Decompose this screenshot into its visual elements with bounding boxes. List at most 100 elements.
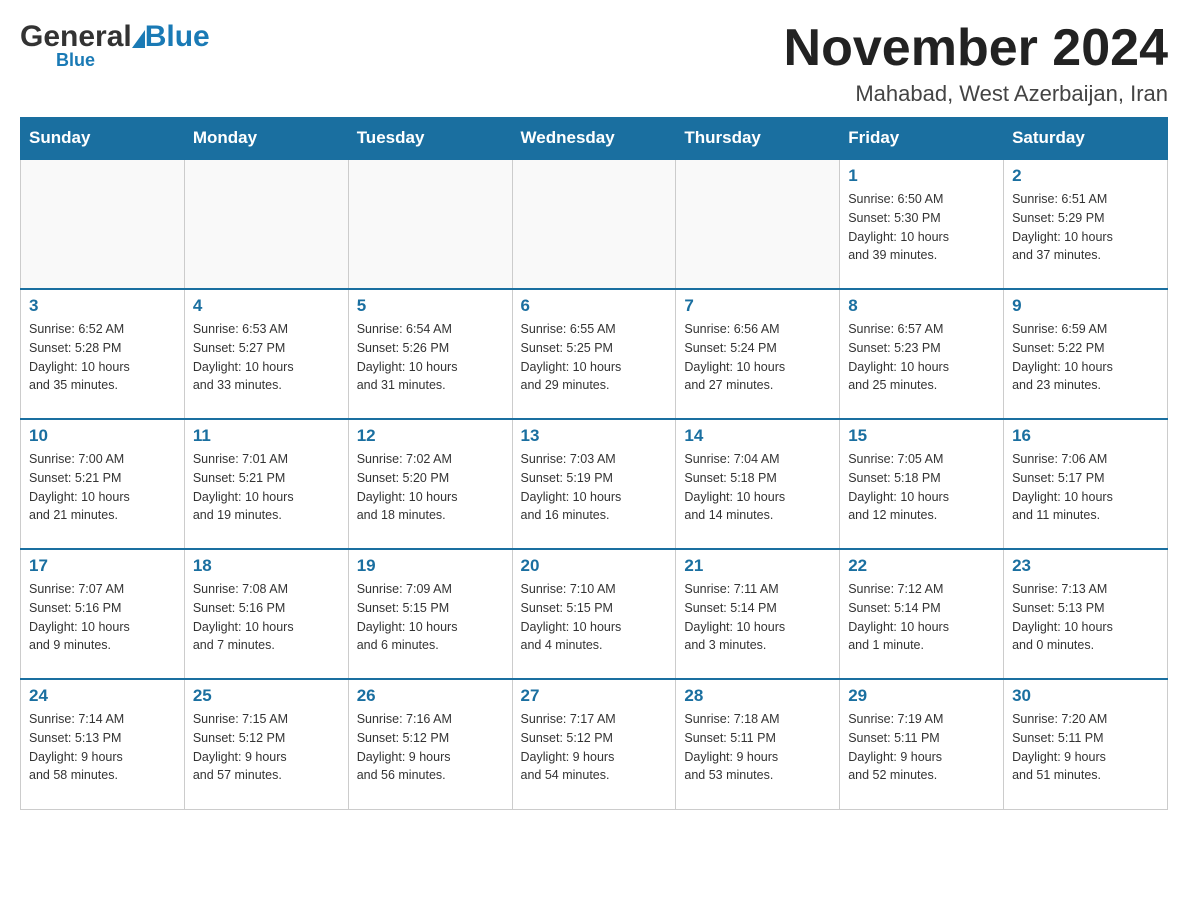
page-header: General Blue Blue November 2024 Mahabad,… bbox=[20, 20, 1168, 107]
day-number-29: 29 bbox=[848, 686, 995, 706]
day-number-23: 23 bbox=[1012, 556, 1159, 576]
calendar-cell-w5-d3: 26 Sunrise: 7:16 AMSunset: 5:12 PMDayligh… bbox=[348, 679, 512, 809]
calendar-cell-w5-d2: 25 Sunrise: 7:15 AMSunset: 5:12 PMDayligh… bbox=[184, 679, 348, 809]
calendar-cell-w4-d4: 20Sunrise: 7:10 AMSunset: 5:15 PMDayligh… bbox=[512, 549, 676, 679]
day-number-14: 14 bbox=[684, 426, 831, 446]
day-info-22: Sunrise: 7:12 AMSunset: 5:14 PMDaylight:… bbox=[848, 580, 995, 655]
day-number-27: 27 bbox=[521, 686, 668, 706]
day-info-5: Sunrise: 6:54 AMSunset: 5:26 PMDaylight:… bbox=[357, 320, 504, 395]
day-number-2: 2 bbox=[1012, 166, 1159, 186]
calendar-cell-w5-d5: 28 Sunrise: 7:18 AMSunset: 5:11 PMDayligh… bbox=[676, 679, 840, 809]
calendar-cell-w5-d6: 29 Sunrise: 7:19 AMSunset: 5:11 PMDayligh… bbox=[840, 679, 1004, 809]
calendar-cell-w3-d2: 11 Sunrise: 7:01 AMSunset: 5:21 PMDayligh… bbox=[184, 419, 348, 549]
day-info-30: Sunrise: 7:20 AMSunset: 5:11 PMDaylight:… bbox=[1012, 710, 1159, 785]
day-info-29: Sunrise: 7:19 AMSunset: 5:11 PMDaylight:… bbox=[848, 710, 995, 785]
calendar-cell-w4-d1: 17 Sunrise: 7:07 AMSunset: 5:16 PMDayligh… bbox=[21, 549, 185, 679]
calendar-cell-w2-d2: 4Sunrise: 6:53 AMSunset: 5:27 PMDaylight… bbox=[184, 289, 348, 419]
calendar-cell-w2-d3: 5 Sunrise: 6:54 AMSunset: 5:26 PMDaylight… bbox=[348, 289, 512, 419]
day-info-16: Sunrise: 7:06 AMSunset: 5:17 PMDaylight:… bbox=[1012, 450, 1159, 525]
day-info-1: Sunrise: 6:50 AMSunset: 5:30 PMDaylight:… bbox=[848, 190, 995, 265]
day-number-22: 22 bbox=[848, 556, 995, 576]
header-monday: Monday bbox=[184, 118, 348, 160]
day-number-26: 26 bbox=[357, 686, 504, 706]
calendar-cell-w5-d1: 24 Sunrise: 7:14 AMSunset: 5:13 PMDayligh… bbox=[21, 679, 185, 809]
day-info-11: Sunrise: 7:01 AMSunset: 5:21 PMDaylight:… bbox=[193, 450, 340, 525]
logo-general-text: General bbox=[20, 20, 132, 54]
calendar-cell-w3-d5: 14 Sunrise: 7:04 AMSunset: 5:18 PMDayligh… bbox=[676, 419, 840, 549]
day-number-11: 11 bbox=[193, 426, 340, 446]
day-info-14: Sunrise: 7:04 AMSunset: 5:18 PMDaylight:… bbox=[684, 450, 831, 525]
location-subtitle: Mahabad, West Azerbaijan, Iran bbox=[784, 81, 1168, 107]
day-info-27: Sunrise: 7:17 AMSunset: 5:12 PMDaylight:… bbox=[521, 710, 668, 785]
day-number-17: 17 bbox=[29, 556, 176, 576]
day-info-24: Sunrise: 7:14 AMSunset: 5:13 PMDaylight:… bbox=[29, 710, 176, 785]
day-number-8: 8 bbox=[848, 296, 995, 316]
day-info-19: Sunrise: 7:09 AMSunset: 5:15 PMDaylight:… bbox=[357, 580, 504, 655]
day-info-26: Sunrise: 7:16 AMSunset: 5:12 PMDaylight:… bbox=[357, 710, 504, 785]
day-number-1: 1 bbox=[848, 166, 995, 186]
day-number-18: 18 bbox=[193, 556, 340, 576]
calendar-cell-w2-d7: 9 Sunrise: 6:59 AMSunset: 5:22 PMDaylight… bbox=[1004, 289, 1168, 419]
header-wednesday: Wednesday bbox=[512, 118, 676, 160]
week-row-4: 17 Sunrise: 7:07 AMSunset: 5:16 PMDayligh… bbox=[21, 549, 1168, 679]
calendar-cell-w3-d7: 16 Sunrise: 7:06 AMSunset: 5:17 PMDayligh… bbox=[1004, 419, 1168, 549]
calendar-cell-w1-d2 bbox=[184, 159, 348, 289]
calendar-cell-w1-d7: 2 Sunrise: 6:51 AMSunset: 5:29 PMDaylight… bbox=[1004, 159, 1168, 289]
calendar-cell-w3-d4: 13Sunrise: 7:03 AMSunset: 5:19 PMDayligh… bbox=[512, 419, 676, 549]
logo: General Blue Blue bbox=[20, 20, 210, 71]
calendar-cell-w1-d5 bbox=[676, 159, 840, 289]
week-row-1: 1 Sunrise: 6:50 AMSunset: 5:30 PMDaylight… bbox=[21, 159, 1168, 289]
day-number-30: 30 bbox=[1012, 686, 1159, 706]
calendar-header-row: Sunday Monday Tuesday Wednesday Thursday… bbox=[21, 118, 1168, 160]
day-number-15: 15 bbox=[848, 426, 995, 446]
calendar-cell-w1-d1 bbox=[21, 159, 185, 289]
calendar-cell-w3-d3: 12Sunrise: 7:02 AMSunset: 5:20 PMDayligh… bbox=[348, 419, 512, 549]
day-number-25: 25 bbox=[193, 686, 340, 706]
calendar-cell-w3-d6: 15 Sunrise: 7:05 AMSunset: 5:18 PMDayligh… bbox=[840, 419, 1004, 549]
day-info-7: Sunrise: 6:56 AMSunset: 5:24 PMDaylight:… bbox=[684, 320, 831, 395]
day-number-21: 21 bbox=[684, 556, 831, 576]
day-info-28: Sunrise: 7:18 AMSunset: 5:11 PMDaylight:… bbox=[684, 710, 831, 785]
day-number-16: 16 bbox=[1012, 426, 1159, 446]
calendar-cell-w4-d6: 22 Sunrise: 7:12 AMSunset: 5:14 PMDayligh… bbox=[840, 549, 1004, 679]
calendar-cell-w1-d6: 1 Sunrise: 6:50 AMSunset: 5:30 PMDaylight… bbox=[840, 159, 1004, 289]
day-info-2: Sunrise: 6:51 AMSunset: 5:29 PMDaylight:… bbox=[1012, 190, 1159, 265]
logo-triangle-icon bbox=[132, 30, 145, 48]
logo-blue-text: Blue bbox=[145, 20, 210, 54]
day-number-19: 19 bbox=[357, 556, 504, 576]
day-info-25: Sunrise: 7:15 AMSunset: 5:12 PMDaylight:… bbox=[193, 710, 340, 785]
header-friday: Friday bbox=[840, 118, 1004, 160]
calendar-cell-w4-d5: 21 Sunrise: 7:11 AMSunset: 5:14 PMDayligh… bbox=[676, 549, 840, 679]
day-info-9: Sunrise: 6:59 AMSunset: 5:22 PMDaylight:… bbox=[1012, 320, 1159, 395]
calendar-cell-w1-d3 bbox=[348, 159, 512, 289]
day-info-4: Sunrise: 6:53 AMSunset: 5:27 PMDaylight:… bbox=[193, 320, 340, 395]
day-number-24: 24 bbox=[29, 686, 176, 706]
week-row-3: 10Sunrise: 7:00 AMSunset: 5:21 PMDayligh… bbox=[21, 419, 1168, 549]
day-info-13: Sunrise: 7:03 AMSunset: 5:19 PMDaylight:… bbox=[521, 450, 668, 525]
day-info-15: Sunrise: 7:05 AMSunset: 5:18 PMDaylight:… bbox=[848, 450, 995, 525]
day-info-17: Sunrise: 7:07 AMSunset: 5:16 PMDaylight:… bbox=[29, 580, 176, 655]
day-number-5: 5 bbox=[357, 296, 504, 316]
calendar-cell-w3-d1: 10Sunrise: 7:00 AMSunset: 5:21 PMDayligh… bbox=[21, 419, 185, 549]
day-number-10: 10 bbox=[29, 426, 176, 446]
day-number-28: 28 bbox=[684, 686, 831, 706]
calendar-cell-w2-d4: 6 Sunrise: 6:55 AMSunset: 5:25 PMDaylight… bbox=[512, 289, 676, 419]
day-info-6: Sunrise: 6:55 AMSunset: 5:25 PMDaylight:… bbox=[521, 320, 668, 395]
day-info-18: Sunrise: 7:08 AMSunset: 5:16 PMDaylight:… bbox=[193, 580, 340, 655]
calendar-cell-w2-d5: 7 Sunrise: 6:56 AMSunset: 5:24 PMDaylight… bbox=[676, 289, 840, 419]
day-number-9: 9 bbox=[1012, 296, 1159, 316]
header-sunday: Sunday bbox=[21, 118, 185, 160]
calendar-table: Sunday Monday Tuesday Wednesday Thursday… bbox=[20, 117, 1168, 810]
calendar-cell-w2-d6: 8Sunrise: 6:57 AMSunset: 5:23 PMDaylight… bbox=[840, 289, 1004, 419]
day-number-3: 3 bbox=[29, 296, 176, 316]
calendar-cell-w2-d1: 3Sunrise: 6:52 AMSunset: 5:28 PMDaylight… bbox=[21, 289, 185, 419]
calendar-cell-w1-d4 bbox=[512, 159, 676, 289]
day-number-7: 7 bbox=[684, 296, 831, 316]
day-number-12: 12 bbox=[357, 426, 504, 446]
week-row-5: 24 Sunrise: 7:14 AMSunset: 5:13 PMDayligh… bbox=[21, 679, 1168, 809]
logo-bottom-text: Blue bbox=[56, 50, 95, 71]
title-block: November 2024 Mahabad, West Azerbaijan, … bbox=[784, 20, 1168, 107]
month-title: November 2024 bbox=[784, 20, 1168, 77]
day-info-21: Sunrise: 7:11 AMSunset: 5:14 PMDaylight:… bbox=[684, 580, 831, 655]
day-number-6: 6 bbox=[521, 296, 668, 316]
